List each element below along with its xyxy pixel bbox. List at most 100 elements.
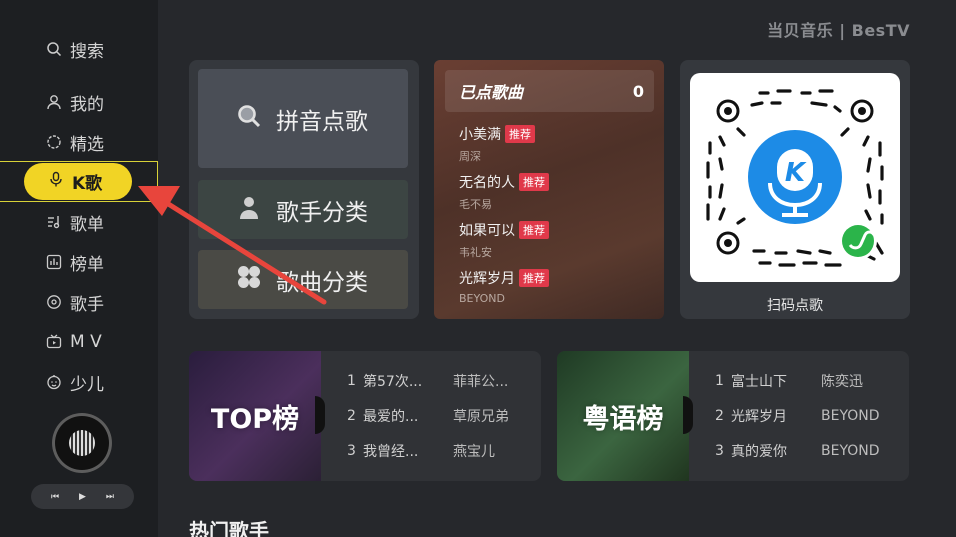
prev-icon[interactable]: ⏮ bbox=[51, 492, 59, 502]
chart-cover: 粤语榜 bbox=[557, 351, 689, 481]
table-row: 3 真的爱你 BEYOND bbox=[715, 441, 901, 461]
microphone-icon bbox=[48, 171, 64, 192]
play-icon[interactable]: ▶ bbox=[79, 492, 86, 502]
song-title: 最爱的... bbox=[363, 409, 419, 425]
rank: 3 bbox=[347, 443, 356, 459]
singer-icon bbox=[46, 294, 62, 310]
rank: 1 bbox=[715, 373, 724, 389]
sidebar-item-label: 歌手 bbox=[70, 294, 104, 315]
qr-logo-letter: K bbox=[785, 158, 807, 188]
song-category-button[interactable]: 歌曲分类 bbox=[198, 250, 408, 309]
album-art bbox=[69, 430, 95, 456]
song-artist: BEYOND bbox=[821, 408, 880, 424]
singer-category-button[interactable]: 歌手分类 bbox=[198, 180, 408, 239]
qr-code-card[interactable]: K 扫码点歌 bbox=[680, 60, 910, 319]
song-artist: 燕宝儿 bbox=[453, 444, 495, 460]
circle-icon bbox=[46, 134, 62, 150]
search-icon bbox=[46, 41, 62, 57]
sidebar: 搜索 我的 精选 K歌 歌单 榜单 歌手 M V 少儿 ⏮ ▶ ⏭ bbox=[0, 0, 158, 537]
sidebar-item-charts[interactable]: 榜单 bbox=[46, 248, 104, 276]
table-row: 1 第57次... 菲菲公... bbox=[347, 371, 533, 391]
sidebar-item-mine[interactable]: 我的 bbox=[46, 88, 104, 116]
button-label: 拼音点歌 bbox=[276, 108, 368, 135]
rank: 2 bbox=[715, 408, 724, 424]
chart-cover: TOP榜 bbox=[189, 351, 321, 481]
recommend-badge: 推荐 bbox=[519, 269, 549, 287]
rank: 2 bbox=[347, 408, 356, 424]
sidebar-item-label: 榜单 bbox=[70, 254, 104, 275]
list-item: 光辉岁月 推荐 BEYOND bbox=[459, 268, 549, 305]
song-title: 富士山下 bbox=[731, 374, 787, 390]
song-artist: 陈奕迅 bbox=[821, 374, 863, 390]
singer-icon bbox=[236, 194, 262, 226]
sidebar-item-featured[interactable]: 精选 bbox=[46, 128, 104, 156]
top-chart-card[interactable]: TOP榜 1 第57次... 菲菲公... 2 最爱的... 草原兄弟 3 我曾… bbox=[189, 351, 541, 481]
song-title: 小美满 bbox=[459, 127, 501, 143]
sidebar-item-label: 我的 bbox=[70, 94, 104, 115]
user-icon bbox=[46, 94, 62, 110]
rank: 1 bbox=[347, 373, 356, 389]
table-row: 2 最爱的... 草原兄弟 bbox=[347, 406, 533, 426]
song-title: 光辉岁月 bbox=[731, 409, 787, 425]
pinyin-search-button[interactable]: 拼音点歌 bbox=[198, 69, 408, 168]
queue-header: 已点歌曲 0 bbox=[445, 70, 654, 112]
child-face-icon bbox=[46, 374, 62, 390]
sidebar-item-playlists[interactable]: 歌单 bbox=[46, 208, 104, 236]
song-artist: 菲菲公... bbox=[453, 374, 509, 390]
song-artist: 草原兄弟 bbox=[453, 409, 509, 425]
next-icon[interactable]: ⏭ bbox=[106, 492, 114, 502]
sidebar-item-label: 歌单 bbox=[70, 214, 104, 235]
sidebar-item-mv[interactable]: M V bbox=[46, 328, 102, 356]
sidebar-item-label: 搜索 bbox=[70, 41, 104, 62]
list-item: 小美满 推荐 周深 bbox=[459, 124, 535, 164]
list-item: 无名的人 推荐 毛不易 bbox=[459, 172, 549, 212]
song-title: 第57次... bbox=[363, 374, 423, 390]
song-artist: BEYOND bbox=[459, 292, 505, 305]
song-title: 无名的人 bbox=[459, 175, 515, 191]
song-artist: 毛不易 bbox=[459, 198, 492, 211]
song-artist: BEYOND bbox=[821, 443, 880, 459]
mini-player: ⏮ ▶ ⏭ bbox=[31, 484, 134, 509]
sidebar-item-singers[interactable]: 歌手 bbox=[46, 288, 104, 316]
song-title: 真的爱你 bbox=[731, 444, 787, 460]
search-panel: 拼音点歌 歌手分类 歌曲分类 bbox=[189, 60, 419, 319]
recommend-badge: 推荐 bbox=[519, 173, 549, 191]
brand-logo: 当贝音乐 | BesTV bbox=[767, 21, 910, 40]
music-list-icon bbox=[46, 214, 62, 230]
queue-title: 已点歌曲 bbox=[459, 83, 524, 102]
grid-icon bbox=[236, 264, 262, 296]
cover-tab bbox=[683, 396, 693, 434]
sidebar-item-karaoke[interactable]: K歌 bbox=[24, 163, 132, 200]
cover-tab bbox=[315, 396, 325, 434]
song-title: 我曾经... bbox=[363, 444, 419, 460]
qr-label: 扫码点歌 bbox=[767, 298, 823, 314]
search-icon bbox=[236, 103, 262, 135]
recommend-badge: 推荐 bbox=[505, 125, 535, 143]
cantonese-chart-card[interactable]: 粤语榜 1 富士山下 陈奕迅 2 光辉岁月 BEYOND 3 真的爱你 BEYO… bbox=[557, 351, 909, 481]
sidebar-item-label: M V bbox=[70, 332, 102, 352]
button-label: 歌手分类 bbox=[276, 199, 368, 226]
song-artist: 周深 bbox=[459, 150, 481, 163]
sidebar-item-search[interactable]: 搜索 bbox=[46, 35, 104, 63]
sidebar-item-label: K歌 bbox=[72, 174, 103, 194]
sidebar-item-kids[interactable]: 少儿 bbox=[46, 368, 104, 396]
queued-songs-card[interactable]: 已点歌曲 0 小美满 推荐 周深 无名的人 推荐 毛不易 如果可以 推荐 韦礼安 光辉… bbox=[434, 60, 664, 319]
table-row: 1 富士山下 陈奕迅 bbox=[715, 371, 901, 391]
sidebar-item-label: 精选 bbox=[70, 134, 104, 155]
list-item: 如果可以 推荐 韦礼安 bbox=[459, 220, 549, 260]
album-disc[interactable] bbox=[52, 413, 112, 473]
section-title: 热门歌手 bbox=[189, 519, 269, 537]
song-title: 如果可以 bbox=[459, 223, 515, 239]
chart-icon bbox=[46, 254, 62, 270]
song-title: 光辉岁月 bbox=[459, 271, 515, 287]
sidebar-item-label: 少儿 bbox=[70, 374, 104, 395]
song-artist: 韦礼安 bbox=[459, 246, 492, 259]
queue-count: 0 bbox=[632, 81, 644, 101]
button-label: 歌曲分类 bbox=[276, 269, 368, 296]
recommend-badge: 推荐 bbox=[519, 221, 549, 239]
tv-icon bbox=[46, 334, 62, 350]
qr-code: K bbox=[690, 73, 900, 282]
rank: 3 bbox=[715, 443, 724, 459]
table-row: 3 我曾经... 燕宝儿 bbox=[347, 441, 533, 461]
table-row: 2 光辉岁月 BEYOND bbox=[715, 406, 901, 426]
